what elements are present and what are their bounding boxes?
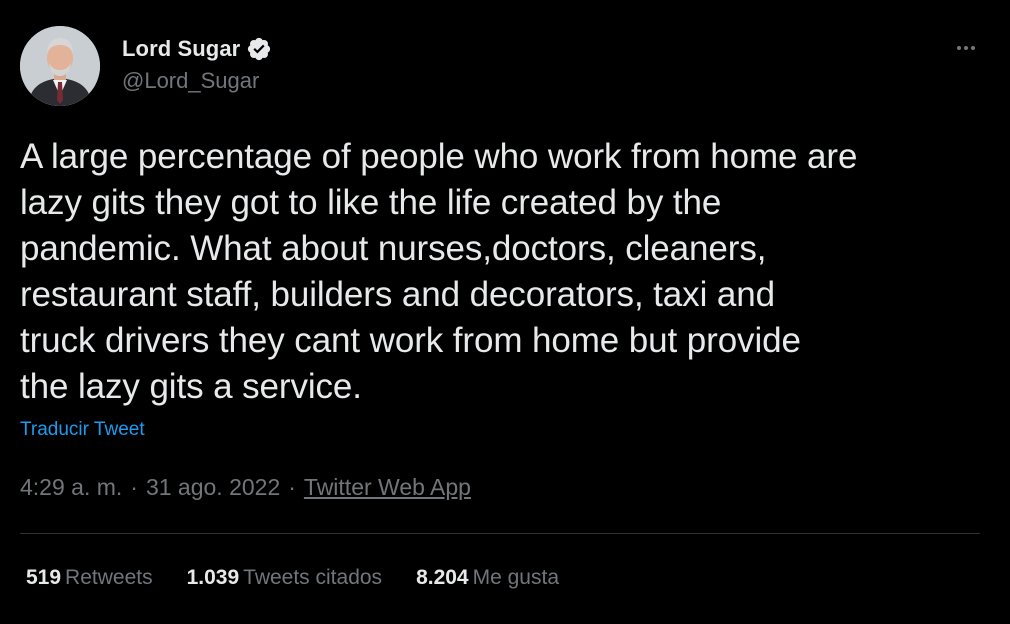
likes-stat[interactable]: 8.204 Me gusta bbox=[416, 566, 559, 590]
more-options-icon bbox=[956, 46, 977, 50]
retweets-count: 519 bbox=[26, 566, 62, 589]
quote-tweets-label: Tweets citados bbox=[243, 566, 383, 589]
verified-badge-icon bbox=[246, 36, 272, 62]
meta-separator: · bbox=[288, 474, 296, 500]
likes-label: Me gusta bbox=[472, 566, 560, 589]
quote-tweets-stat[interactable]: 1.039 Tweets citados bbox=[187, 566, 382, 590]
tweet-stats: 519 Retweets 1.039 Tweets citados 8.204 Me … bbox=[26, 566, 593, 590]
author-name-row: Lord Sugar bbox=[122, 34, 272, 64]
more-options-button[interactable] bbox=[948, 36, 984, 60]
divider bbox=[20, 533, 980, 534]
retweets-label: Retweets bbox=[65, 566, 153, 589]
quote-tweets-count: 1.039 bbox=[186, 566, 240, 589]
tweet-time[interactable]: 4:29 a. m. bbox=[20, 474, 122, 501]
tweet-date[interactable]: 31 ago. 2022 bbox=[146, 474, 280, 501]
author-handle[interactable]: @Lord_Sugar bbox=[122, 68, 259, 94]
translate-tweet-link[interactable]: Traducir Tweet bbox=[20, 419, 145, 441]
meta-separator: · bbox=[130, 474, 138, 500]
retweets-stat[interactable]: 519 Retweets bbox=[26, 566, 153, 590]
author-display-name[interactable]: Lord Sugar bbox=[122, 36, 240, 62]
tweet-text: A large percentage of people who work fr… bbox=[20, 137, 858, 406]
profile-photo bbox=[20, 26, 100, 106]
tweet-detail: Lord Sugar @Lord_Sugar A large percentag… bbox=[0, 0, 1010, 624]
avatar[interactable] bbox=[20, 26, 100, 106]
tweet-source-link[interactable]: Twitter Web App bbox=[304, 474, 471, 501]
tweet-metadata: 4:29 a. m. · 31 ago. 2022 · Twitter Web … bbox=[20, 474, 471, 501]
likes-count: 8.204 bbox=[416, 566, 469, 589]
